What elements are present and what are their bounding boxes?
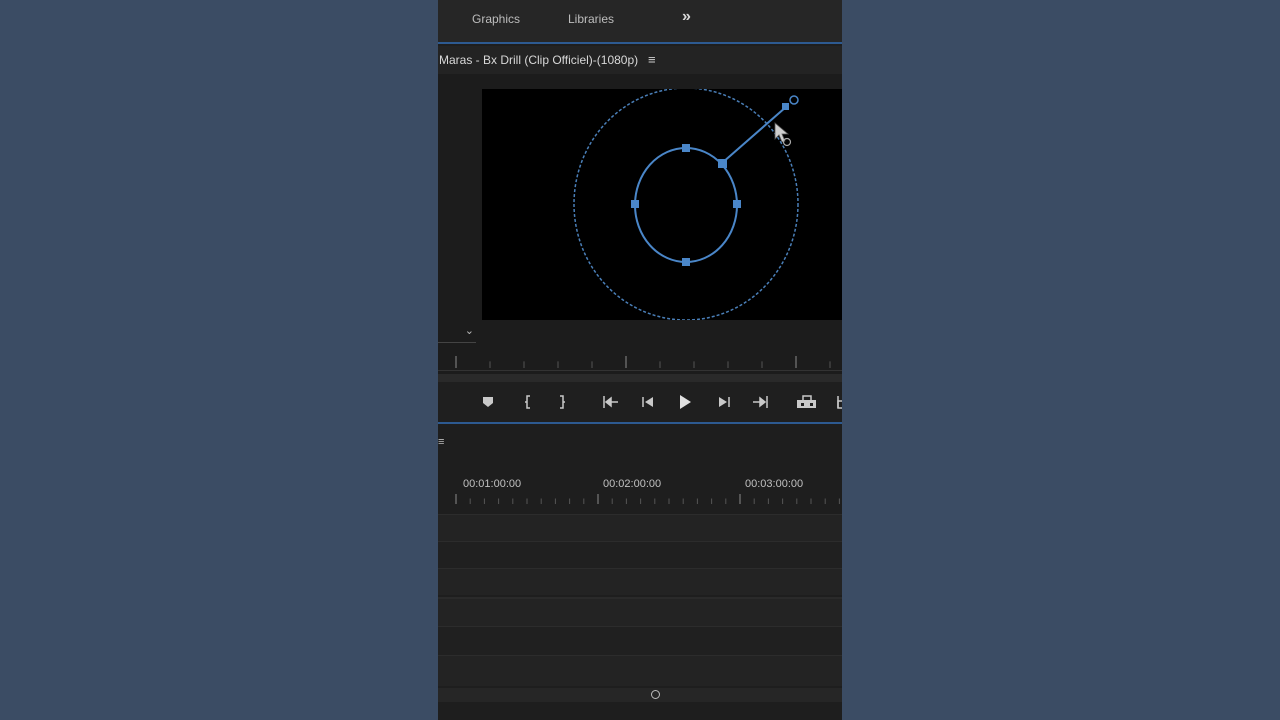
video-track-v2[interactable]	[438, 541, 842, 568]
mask-overlay	[573, 89, 799, 320]
transport-controls	[438, 382, 842, 424]
timeline-ruler[interactable]	[438, 494, 842, 508]
mask-vertex-right[interactable]	[733, 200, 741, 208]
audio-track-a2[interactable]	[438, 626, 842, 655]
timeline-horizontal-scrollbar[interactable]	[438, 688, 842, 702]
right-backdrop	[842, 0, 1280, 720]
tab-graphics[interactable]: Graphics	[472, 12, 520, 26]
audio-track-a3[interactable]	[438, 655, 842, 686]
zoom-level-dropdown[interactable]: ⌄	[438, 325, 476, 343]
more-workspaces-button[interactable]: »	[682, 8, 691, 26]
export-frame-icon[interactable]	[796, 392, 816, 412]
scrollbar-zoom-handle[interactable]	[651, 690, 660, 699]
premiere-window: Graphics Libraries » Maras - Bx Drill (C…	[438, 0, 842, 720]
rotate-handle[interactable]	[789, 95, 799, 105]
timecode-label: 00:03:00:00	[745, 478, 804, 490]
mark-out-icon[interactable]	[552, 392, 572, 412]
monitor-scrub-bar[interactable]	[438, 374, 842, 382]
video-frame[interactable]	[482, 89, 842, 320]
workspace-bar: Graphics Libraries »	[438, 0, 842, 44]
timeline-menu-icon[interactable]: ≡	[438, 436, 444, 448]
sequence-title[interactable]: Maras - Bx Drill (Clip Officiel)-(1080p)	[439, 53, 638, 67]
video-track-v1[interactable]	[438, 568, 842, 595]
feather-handle[interactable]	[782, 103, 789, 110]
left-backdrop	[0, 0, 438, 720]
tab-libraries[interactable]: Libraries	[568, 12, 614, 26]
mark-in-icon[interactable]	[518, 392, 538, 412]
go-to-out-icon[interactable]	[750, 392, 770, 412]
timecode-label: 00:02:00:00	[603, 478, 662, 490]
play-icon[interactable]	[675, 392, 695, 412]
video-track-v3[interactable]	[438, 514, 842, 541]
audio-track-a1[interactable]	[438, 597, 842, 627]
step-forward-icon[interactable]	[714, 392, 734, 412]
cursor-icon	[774, 122, 792, 147]
timecode-label: 00:01:00:00	[463, 478, 522, 490]
go-to-in-icon[interactable]	[601, 392, 621, 412]
mask-vertex-left[interactable]	[631, 200, 639, 208]
panel-menu-icon[interactable]: ≡	[648, 52, 656, 67]
marker-icon[interactable]	[478, 392, 498, 412]
program-monitor: ⌄	[438, 74, 842, 374]
chevron-down-icon: ⌄	[464, 325, 474, 337]
step-back-icon[interactable]	[638, 392, 658, 412]
monitor-time-ruler[interactable]	[438, 356, 842, 371]
mask-vertex-bottom[interactable]	[682, 258, 690, 266]
mask-vertex-top[interactable]	[682, 144, 690, 152]
more-controls-icon[interactable]	[830, 392, 842, 412]
feather-ring[interactable]	[573, 89, 799, 320]
timeline-panel-header: ≡ 00:01:00:00 00:02:00:00 00:03:00:00	[438, 424, 842, 514]
mask-expansion-handle[interactable]	[718, 159, 727, 168]
program-monitor-header: Maras - Bx Drill (Clip Officiel)-(1080p)…	[438, 46, 842, 74]
